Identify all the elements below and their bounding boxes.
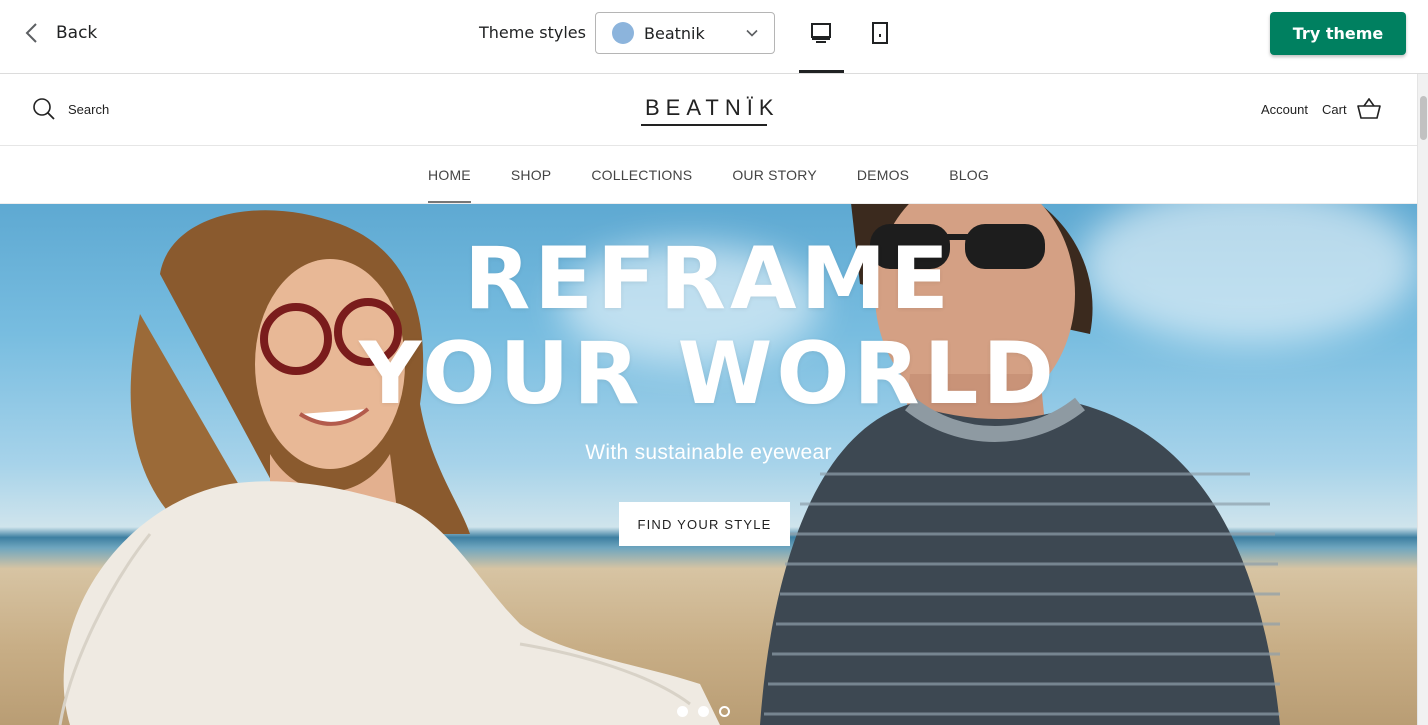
slide-dot-2[interactable]	[698, 706, 709, 717]
basket-icon	[1356, 98, 1381, 119]
account-link[interactable]: Account	[1261, 102, 1308, 117]
chevron-down-icon	[746, 29, 758, 37]
desktop-icon	[811, 23, 831, 43]
main-navigation: HOME SHOP COLLECTIONS OUR STORY DEMOS BL…	[0, 146, 1417, 204]
find-your-style-button[interactable]: FIND YOUR STYLE	[619, 502, 790, 546]
search-button[interactable]: Search	[32, 97, 109, 121]
slideshow-dots	[677, 706, 730, 717]
hero-title-line2: YOUR WORLD	[359, 324, 1058, 424]
preview-scrollbar[interactable]	[1417, 74, 1428, 725]
nav-item-collections[interactable]: COLLECTIONS	[591, 146, 692, 203]
back-label: Back	[56, 23, 98, 43]
active-device-indicator	[799, 70, 844, 73]
theme-style-select[interactable]: Beatnik	[595, 12, 775, 54]
store-logo[interactable]: BEATNÏK	[641, 95, 780, 126]
theme-preview-toolbar: Back Theme styles Beatnik Try theme	[0, 0, 1428, 74]
nav-item-blog[interactable]: BLOG	[949, 146, 989, 203]
hero-title-line1: REFRAME	[464, 229, 953, 329]
nav-item-shop[interactable]: SHOP	[511, 146, 551, 203]
theme-style-value: Beatnik	[644, 23, 705, 43]
try-theme-button[interactable]: Try theme	[1270, 12, 1406, 55]
hero-slideshow: REFRAME YOUR WORLD With sustainable eyew…	[0, 204, 1417, 725]
nav-item-demos[interactable]: DEMOS	[857, 146, 909, 203]
search-icon	[33, 98, 55, 120]
hero-subtitle: With sustainable eyewear	[585, 441, 832, 464]
desktop-view-button[interactable]	[799, 14, 843, 52]
logo-text: BEATNÏK	[645, 95, 780, 120]
store-preview: Search BEATNÏK Account Cart HOME SHOP CO…	[0, 74, 1417, 725]
logo-underline	[641, 124, 767, 126]
chevron-left-icon	[25, 23, 37, 43]
cart-label: Cart	[1322, 101, 1347, 117]
mobile-icon	[872, 22, 888, 44]
slide-dot-3[interactable]	[719, 706, 730, 717]
back-button[interactable]: Back	[22, 20, 97, 46]
slide-dot-1[interactable]	[677, 706, 688, 717]
scrollbar-thumb[interactable]	[1420, 96, 1427, 140]
nav-item-our-story[interactable]: OUR STORY	[732, 146, 817, 203]
style-swatch	[612, 22, 634, 44]
nav-item-home[interactable]: HOME	[428, 146, 471, 203]
mobile-view-button[interactable]	[858, 14, 902, 52]
theme-styles-label: Theme styles	[479, 23, 586, 42]
store-header: Search BEATNÏK Account Cart	[0, 74, 1417, 146]
search-label: Search	[68, 101, 110, 117]
cart-link[interactable]: Cart	[1322, 98, 1381, 120]
